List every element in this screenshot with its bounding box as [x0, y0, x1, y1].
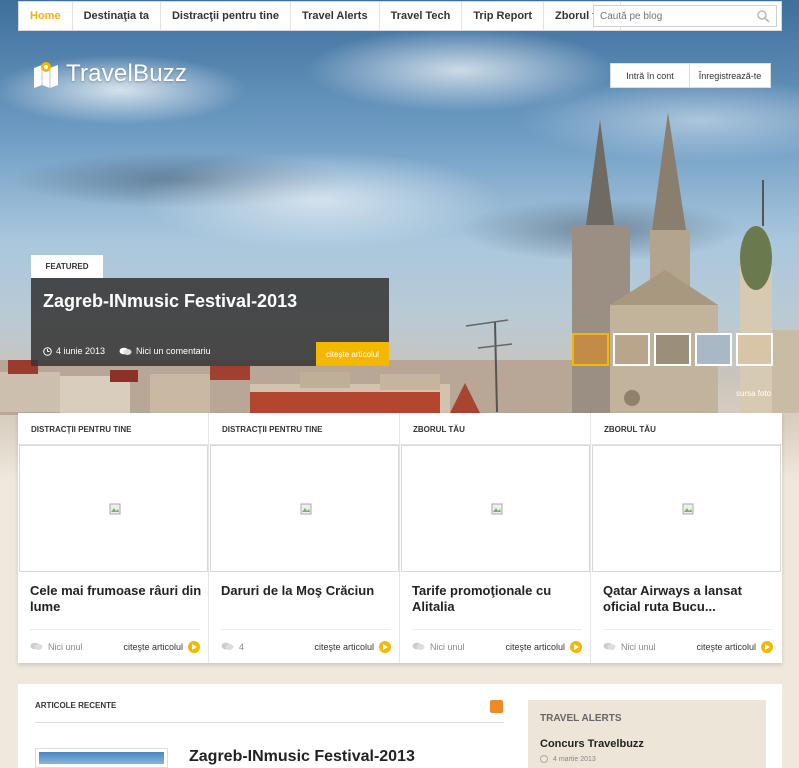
- featured-date: 4 iunie 2013: [43, 346, 105, 356]
- card-comments[interactable]: Nici unul: [30, 642, 83, 652]
- card-footer: 4 citeşte articolul: [221, 629, 391, 663]
- recent-articles-heading: ARTICOLE RECENTE: [35, 701, 117, 710]
- featured-meta: 4 iunie 2013 Nici un comentariu: [43, 346, 225, 356]
- card-comments[interactable]: Nici unul: [603, 642, 656, 652]
- divider: [35, 722, 504, 723]
- featured-tag: FEATURED: [31, 255, 103, 278]
- card-comments[interactable]: Nici unul: [412, 642, 465, 652]
- card-image[interactable]: [210, 445, 399, 572]
- comment-icon: [603, 642, 616, 650]
- nav-item-distractii[interactable]: Distracţii pentru tine: [161, 2, 291, 30]
- top-navigation: Home Destinaţia ta Distracţii pentru tin…: [18, 1, 782, 31]
- site-logo[interactable]: TravelBuzz: [32, 60, 187, 88]
- card-footer: Nici unul citeşte articolul: [30, 629, 200, 663]
- card-read-more[interactable]: citeşte articolul: [314, 640, 391, 653]
- travel-alerts-widget: TRAVEL ALERTS Concurs Travelbuzz 4 marti…: [528, 700, 766, 768]
- slider-thumb[interactable]: [572, 333, 609, 366]
- comment-icon: [221, 642, 234, 650]
- card-comments-text: Nici unul: [430, 641, 465, 652]
- nav-item-trip-report[interactable]: Trip Report: [462, 2, 544, 30]
- rss-icon[interactable]: [490, 700, 503, 713]
- auth-box: Intră în cont Înregistrează-te: [610, 63, 771, 88]
- card-category[interactable]: DISTRACŢII PENTRU TINE: [18, 413, 208, 445]
- card-read-more[interactable]: citeşte articolul: [696, 640, 773, 653]
- article-cards: DISTRACŢII PENTRU TINE Cele mai frumoase…: [18, 413, 782, 663]
- card-category[interactable]: ZBORUL TĂU: [400, 413, 590, 445]
- card-comments[interactable]: 4: [221, 642, 244, 652]
- broken-image-icon: [491, 503, 503, 515]
- photo-source-link[interactable]: sursa foto: [736, 389, 771, 398]
- card-title[interactable]: Tarife promoţionale cu Alitalia: [412, 583, 584, 615]
- arrow-right-icon: [570, 640, 582, 653]
- card-read-more[interactable]: citeşte articolul: [123, 640, 200, 653]
- map-pin-icon: [34, 62, 58, 88]
- arrow-right-icon: [379, 640, 391, 653]
- article-card: ZBORUL TĂU Tarife promoţionale cu Alital…: [400, 413, 591, 663]
- slider-thumbnails: [572, 333, 777, 366]
- featured-comments[interactable]: Nici un comentariu: [119, 346, 211, 356]
- slider-thumb[interactable]: [695, 333, 732, 366]
- card-read-more-label: citeşte articolul: [314, 641, 374, 652]
- nav-item-home[interactable]: Home: [19, 2, 73, 30]
- comment-icon: [30, 642, 43, 650]
- login-link[interactable]: Intră în cont: [611, 64, 690, 87]
- card-comments-text: Nici unul: [621, 641, 656, 652]
- travel-alerts-heading: TRAVEL ALERTS: [540, 713, 622, 724]
- nav-item-travel-tech[interactable]: Travel Tech: [380, 2, 463, 30]
- card-image[interactable]: [401, 445, 590, 572]
- card-title[interactable]: Daruri de la Moş Crăciun: [221, 583, 393, 599]
- card-footer: Nici unul citeşte articolul: [412, 629, 582, 663]
- article-card: DISTRACŢII PENTRU TINE Daruri de la Moş …: [209, 413, 400, 663]
- card-title[interactable]: Qatar Airways a lansat oficial ruta Bucu…: [603, 583, 775, 615]
- register-link[interactable]: Înregistrează-te: [690, 64, 770, 87]
- slider-thumb[interactable]: [613, 333, 650, 366]
- featured-date-text: 4 iunie 2013: [56, 346, 106, 356]
- arrow-right-icon: [761, 640, 773, 653]
- recent-articles-section: ARTICOLE RECENTE Zagreb-INmusic Festival…: [18, 684, 782, 768]
- card-comments-text: Nici unul: [48, 641, 83, 652]
- comment-icon: [412, 642, 425, 650]
- article-card: ZBORUL TĂU Qatar Airways a lansat oficia…: [591, 413, 782, 663]
- card-category[interactable]: ZBORUL TĂU: [591, 413, 782, 445]
- search-input[interactable]: [594, 10, 744, 22]
- slider-thumb[interactable]: [736, 333, 773, 366]
- featured-title[interactable]: Zagreb-INmusic Festival-2013: [43, 291, 297, 312]
- card-image[interactable]: [19, 445, 208, 572]
- featured-comments-text: Nici un comentariu: [136, 346, 211, 356]
- slider-thumb[interactable]: [654, 333, 691, 366]
- clock-icon: [540, 755, 548, 763]
- alert-item-title[interactable]: Concurs Travelbuzz: [540, 738, 644, 750]
- alert-item-date: 4 martie 2013: [540, 755, 596, 763]
- card-read-more-label: citeşte articolul: [505, 641, 565, 652]
- card-image[interactable]: [592, 445, 781, 572]
- nav-item-travel-alerts[interactable]: Travel Alerts: [291, 2, 380, 30]
- card-read-more[interactable]: citeşte articolul: [505, 640, 582, 653]
- article-card: DISTRACŢII PENTRU TINE Cele mai frumoase…: [18, 413, 209, 663]
- comment-icon: [119, 347, 132, 355]
- card-category[interactable]: DISTRACŢII PENTRU TINE: [209, 413, 399, 445]
- search-box: [593, 5, 777, 27]
- broken-image-icon: [109, 503, 121, 515]
- featured-read-more-button[interactable]: citeşte articolul: [316, 342, 389, 366]
- clock-icon: [43, 346, 52, 356]
- recent-article-title[interactable]: Zagreb-INmusic Festival-2013: [189, 748, 415, 766]
- card-read-more-label: citeşte articolul: [123, 641, 183, 652]
- broken-image-icon: [300, 503, 312, 515]
- arrow-right-icon: [188, 640, 200, 653]
- card-read-more-label: citeşte articolul: [696, 641, 756, 652]
- nav-item-destinatia-ta[interactable]: Destinaţia ta: [73, 2, 161, 30]
- logo-text: TravelBuzz: [66, 60, 188, 87]
- recent-article-thumbnail[interactable]: [35, 748, 168, 768]
- card-footer: Nici unul citeşte articolul: [603, 629, 773, 663]
- broken-image-icon: [682, 503, 694, 515]
- card-comments-text: 4: [239, 641, 245, 652]
- alert-item-date-text: 4 martie 2013: [553, 755, 596, 763]
- card-title[interactable]: Cele mai frumoase râuri din lume: [30, 583, 202, 615]
- search-icon[interactable]: [756, 9, 770, 23]
